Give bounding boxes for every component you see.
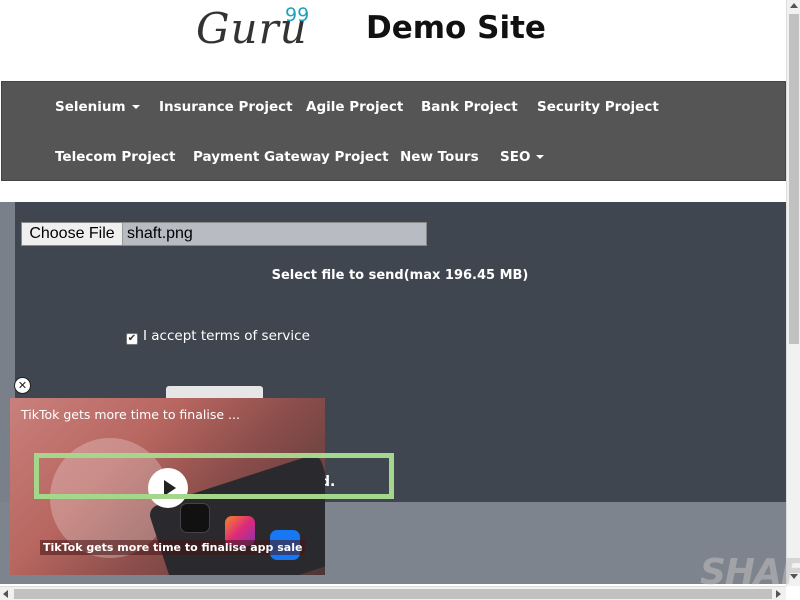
- horizontal-scrollbar[interactable]: [0, 586, 786, 600]
- video-caption: TikTok gets more time to finalise app sa…: [40, 540, 306, 555]
- vertical-scroll-thumb[interactable]: [789, 14, 799, 344]
- nav-item-security-project[interactable]: Security Project: [537, 99, 659, 115]
- site-title: Demo Site: [366, 10, 546, 46]
- close-icon[interactable]: ✕: [14, 377, 31, 394]
- logo-superscript: 99: [285, 4, 310, 26]
- main-navbar: Selenium Insurance Project Agile Project…: [1, 81, 786, 181]
- video-title: TikTok gets more time to finalise ...: [21, 407, 240, 422]
- nav-item-payment-gateway-project[interactable]: Payment Gateway Project: [193, 149, 389, 165]
- max-size-text: Select file to send(max 196.45 MB): [271, 268, 529, 283]
- shaft-watermark: SHAFT: [700, 552, 800, 593]
- nav-label: Selenium: [55, 99, 126, 115]
- nav-item-telecom-project[interactable]: Telecom Project: [55, 149, 175, 165]
- choose-file-button[interactable]: Choose File: [22, 223, 123, 245]
- tiktok-app-icon: [180, 503, 210, 533]
- nav-item-insurance-project[interactable]: Insurance Project: [159, 99, 293, 115]
- selected-file-name: shaft.png: [127, 225, 193, 242]
- nav-item-bank-project[interactable]: Bank Project: [421, 99, 518, 115]
- nav-label: SEO: [500, 149, 531, 165]
- scroll-left-icon[interactable]: [3, 590, 8, 598]
- highlight-box: [34, 453, 394, 499]
- terms-checkbox[interactable]: ✔: [126, 333, 138, 345]
- nav-item-seo[interactable]: SEO: [500, 149, 545, 165]
- caret-down-icon: [131, 105, 140, 109]
- horizontal-scroll-thumb[interactable]: [14, 589, 772, 599]
- guru99-logo[interactable]: Guru 99: [196, 4, 310, 60]
- terms-label: I accept terms of service: [143, 328, 310, 344]
- nav-item-new-tours[interactable]: New Tours: [400, 149, 479, 165]
- file-upload-input[interactable]: Choose File shaft.png: [21, 222, 427, 246]
- nav-item-agile-project[interactable]: Agile Project: [306, 99, 403, 115]
- vertical-scrollbar[interactable]: [786, 0, 800, 586]
- max-size-label: Select file to send(max 196.45 MB): [0, 268, 800, 283]
- caret-down-icon: [536, 155, 545, 159]
- scroll-up-icon[interactable]: [790, 3, 798, 8]
- nav-item-selenium[interactable]: Selenium: [55, 99, 140, 115]
